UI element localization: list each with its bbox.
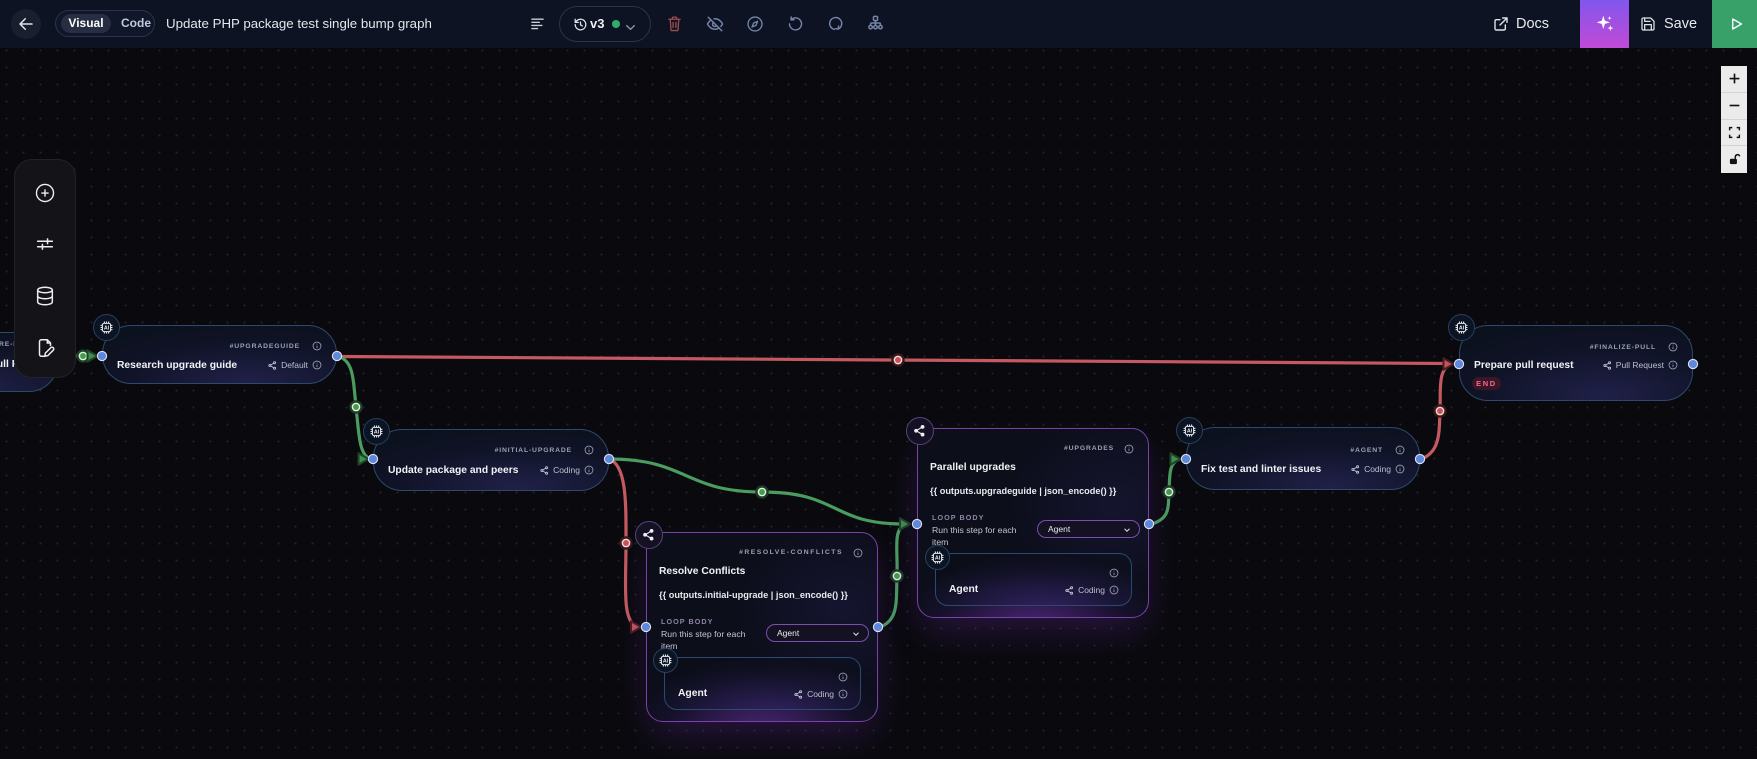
svg-text:AI: AI [1459,325,1465,331]
svg-text:AI: AI [935,555,941,561]
svg-text:AI: AI [104,325,110,331]
svg-text:AI: AI [1187,428,1193,434]
svg-text:AI: AI [374,429,380,435]
svg-text:AI: AI [663,658,669,664]
